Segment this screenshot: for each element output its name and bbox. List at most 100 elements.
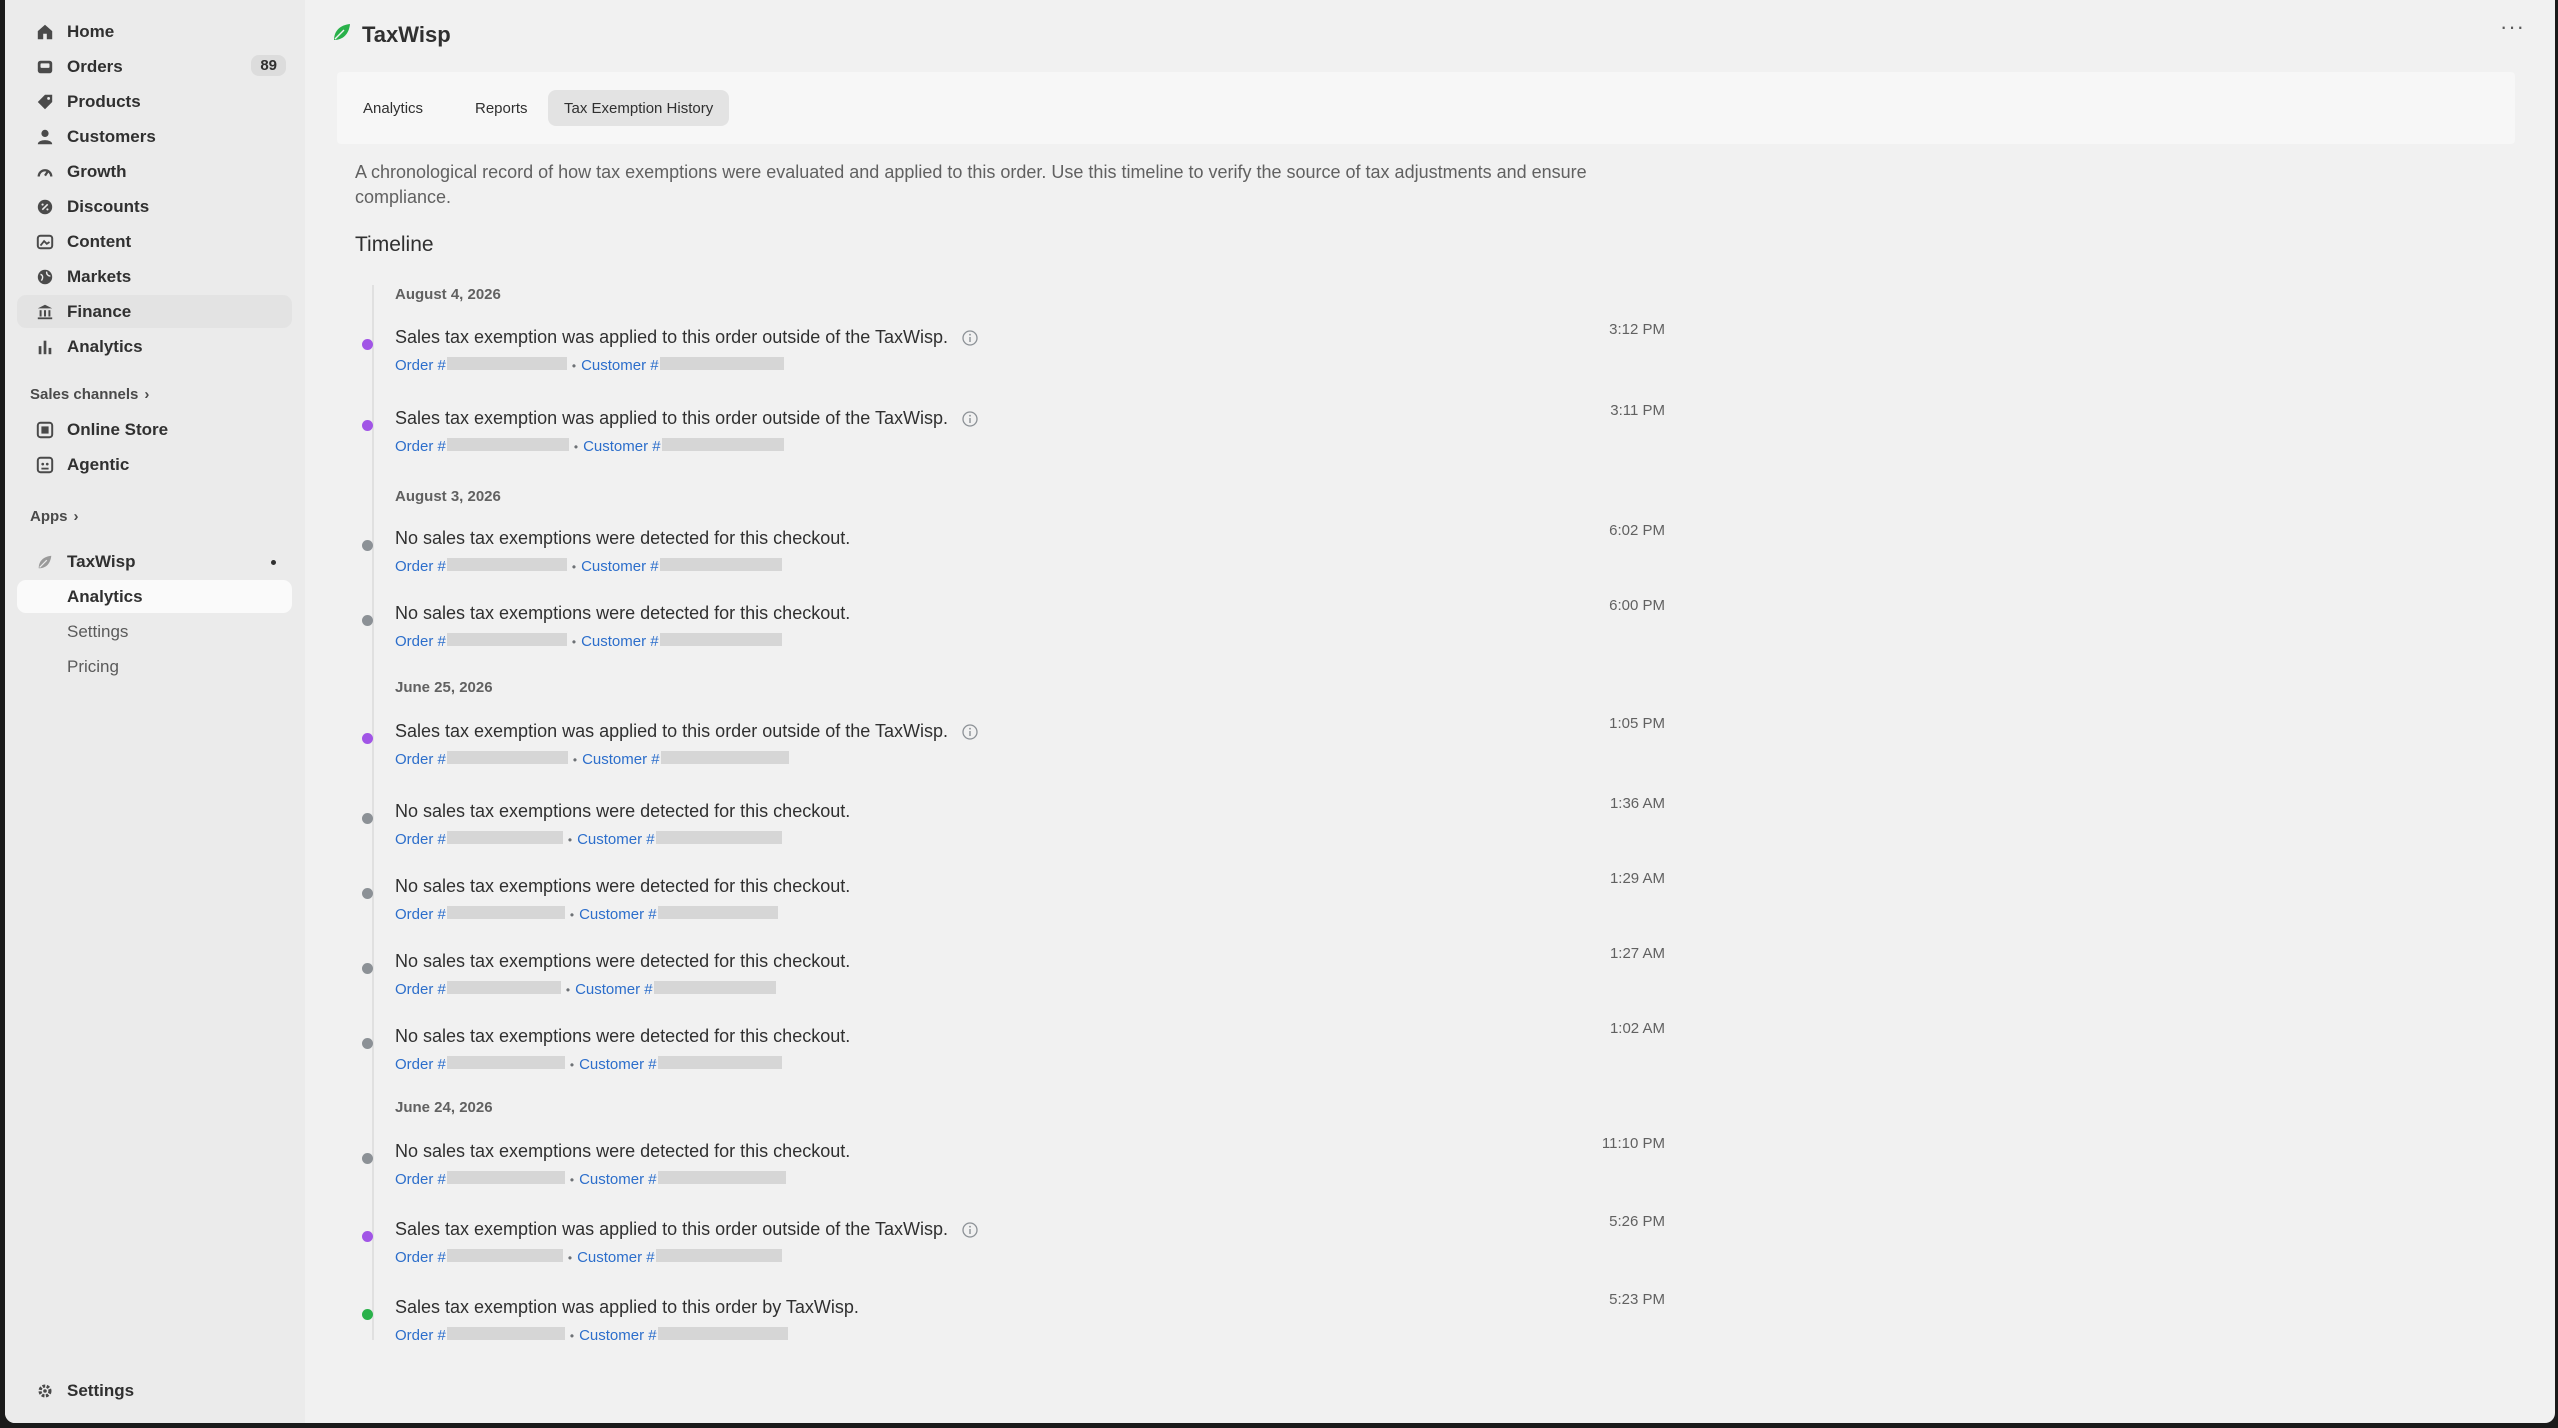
status-dot bbox=[362, 963, 373, 974]
status-dot bbox=[362, 1038, 373, 1049]
more-actions-button[interactable]: ··· bbox=[2500, 16, 2525, 38]
customer-link[interactable]: Customer # bbox=[581, 633, 782, 650]
event-message: No sales tax exemptions were detected fo… bbox=[395, 1026, 851, 1046]
customer-link[interactable]: Customer # bbox=[579, 1327, 788, 1344]
order-link[interactable]: Order # bbox=[395, 751, 568, 768]
customer-link[interactable]: Customer # bbox=[579, 1171, 786, 1188]
redacted-customer-id bbox=[657, 1171, 786, 1184]
sidebar-item-label: Customers bbox=[67, 126, 156, 146]
redacted-customer-id bbox=[657, 1056, 782, 1069]
timeline-date-heading: August 3, 2026 bbox=[395, 488, 501, 505]
timeline-event: No sales tax exemptions were detected fo… bbox=[5, 1135, 1665, 1201]
timeline-heading: Timeline bbox=[355, 233, 434, 256]
sidebar-item-customers[interactable]: Customers bbox=[17, 120, 292, 153]
event-message-row: No sales tax exemptions were detected fo… bbox=[395, 1026, 850, 1047]
order-link[interactable]: Order # bbox=[395, 558, 567, 575]
event-time: 3:11 PM bbox=[1610, 402, 1665, 419]
order-link-label: Order # bbox=[395, 831, 446, 848]
timeline-event: No sales tax exemptions were detected fo… bbox=[5, 870, 1665, 936]
redacted-customer-id bbox=[659, 357, 784, 370]
event-message-row: Sales tax exemption was applied to this … bbox=[395, 721, 978, 742]
info-icon[interactable] bbox=[962, 329, 978, 346]
event-message-row: No sales tax exemptions were detected fo… bbox=[395, 951, 850, 972]
customer-link[interactable]: Customer # bbox=[581, 357, 784, 374]
order-link[interactable]: Order # bbox=[395, 1249, 563, 1266]
sidebar-item-label: Content bbox=[67, 231, 132, 251]
sidebar-item-label: Markets bbox=[67, 266, 132, 286]
event-time: 6:02 PM bbox=[1609, 522, 1665, 539]
event-message: Sales tax exemption was applied to this … bbox=[395, 1297, 859, 1317]
order-link-label: Order # bbox=[395, 633, 446, 650]
sidebar-item-content[interactable]: Content bbox=[17, 225, 292, 258]
tab-tax-exemption-history[interactable]: Tax Exemption History bbox=[548, 90, 730, 126]
redacted-order-id bbox=[446, 633, 567, 646]
tab-analytics[interactable]: Analytics bbox=[347, 90, 439, 126]
sidebar-item-settings[interactable]: Settings bbox=[17, 1374, 292, 1407]
customer-link[interactable]: Customer # bbox=[577, 831, 782, 848]
order-link[interactable]: Order # bbox=[395, 1327, 565, 1344]
event-links: Order # • Customer # bbox=[395, 1327, 788, 1344]
timeline-event: Sales tax exemption was applied to this … bbox=[5, 1291, 1665, 1357]
customer-link[interactable]: Customer # bbox=[575, 981, 776, 998]
order-link-label: Order # bbox=[395, 357, 446, 374]
order-link[interactable]: Order # bbox=[395, 438, 569, 455]
event-links: Order # • Customer # bbox=[395, 357, 784, 374]
event-message: No sales tax exemptions were detected fo… bbox=[395, 801, 851, 821]
order-link[interactable]: Order # bbox=[395, 1171, 565, 1188]
redacted-order-id bbox=[446, 1056, 565, 1069]
order-link[interactable]: Order # bbox=[395, 981, 561, 998]
order-link[interactable]: Order # bbox=[395, 831, 563, 848]
sales-channels-heading[interactable]: Sales channels › bbox=[30, 386, 149, 403]
sidebar-item-discounts[interactable]: Discounts bbox=[17, 190, 292, 223]
info-icon[interactable] bbox=[962, 1221, 978, 1238]
sidebar-item-label: Discounts bbox=[67, 196, 150, 216]
customer-link[interactable]: Customer # bbox=[582, 751, 789, 768]
sidebar-item-home[interactable]: Home bbox=[17, 15, 292, 48]
bullet-separator: • bbox=[565, 982, 571, 997]
sidebar-item-growth[interactable]: Growth bbox=[17, 155, 292, 188]
order-link[interactable]: Order # bbox=[395, 357, 567, 374]
order-link[interactable]: Order # bbox=[395, 1056, 565, 1073]
customer-link-label: Customer # bbox=[583, 438, 661, 455]
event-message-row: No sales tax exemptions were detected fo… bbox=[395, 528, 850, 549]
info-icon[interactable] bbox=[962, 723, 978, 740]
apps-heading[interactable]: Apps › bbox=[30, 508, 79, 525]
event-message-row: Sales tax exemption was applied to this … bbox=[395, 1297, 859, 1318]
order-link-label: Order # bbox=[395, 1249, 446, 1266]
status-dot bbox=[362, 615, 373, 626]
sidebar-item-orders[interactable]: Orders 89 bbox=[17, 50, 292, 83]
customer-link[interactable]: Customer # bbox=[581, 558, 782, 575]
redacted-order-id bbox=[446, 906, 565, 919]
sidebar-item-finance[interactable]: Finance bbox=[17, 295, 292, 328]
inbox-icon bbox=[35, 57, 55, 77]
chevron-right-icon: › bbox=[73, 508, 79, 525]
tab-reports[interactable]: Reports bbox=[459, 90, 544, 126]
sidebar-item-products[interactable]: Products bbox=[17, 85, 292, 118]
orders-count-badge: 89 bbox=[251, 55, 286, 76]
sidebar-item-label: Settings bbox=[67, 1380, 135, 1400]
timeline-event: Sales tax exemption was applied to this … bbox=[5, 1213, 1665, 1279]
redacted-order-id bbox=[446, 438, 569, 451]
customer-link[interactable]: Customer # bbox=[583, 438, 784, 455]
timeline-date-heading: August 4, 2026 bbox=[395, 286, 501, 303]
sidebar-item-markets[interactable]: Markets bbox=[17, 260, 292, 293]
sidebar-item-label: Growth bbox=[67, 161, 127, 181]
bullet-separator: • bbox=[569, 1172, 575, 1187]
sidebar-item-label: Home bbox=[67, 21, 115, 41]
customer-link[interactable]: Customer # bbox=[579, 906, 778, 923]
bullet-separator: • bbox=[567, 832, 573, 847]
event-links: Order # • Customer # bbox=[395, 1056, 782, 1073]
customer-link-label: Customer # bbox=[577, 1249, 655, 1266]
bullet-separator: • bbox=[572, 752, 578, 767]
event-links: Order # • Customer # bbox=[395, 981, 776, 998]
event-links: Order # • Customer # bbox=[395, 1249, 782, 1266]
status-dot bbox=[362, 540, 373, 551]
redacted-order-id bbox=[446, 751, 568, 764]
order-link[interactable]: Order # bbox=[395, 906, 565, 923]
status-dot bbox=[362, 813, 373, 824]
customer-link[interactable]: Customer # bbox=[579, 1056, 782, 1073]
customer-link-label: Customer # bbox=[581, 633, 659, 650]
info-icon[interactable] bbox=[962, 410, 978, 427]
order-link[interactable]: Order # bbox=[395, 633, 567, 650]
customer-link[interactable]: Customer # bbox=[577, 1249, 782, 1266]
